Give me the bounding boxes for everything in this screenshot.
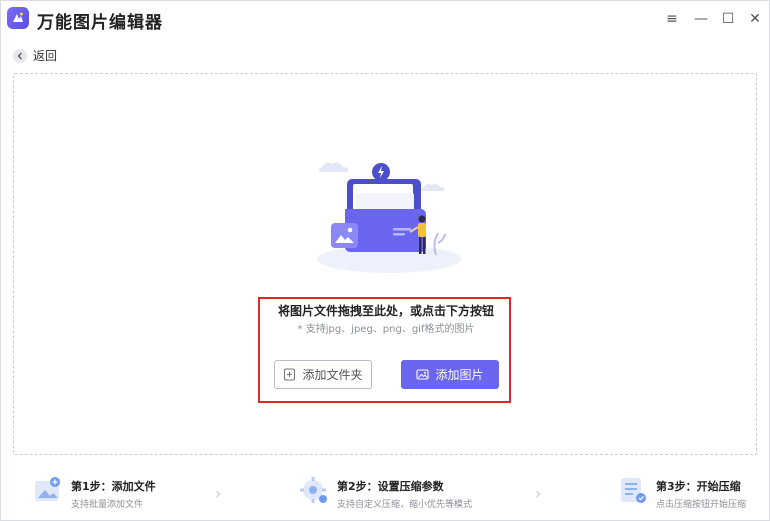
minimize-icon[interactable]: — (691, 9, 711, 29)
step-1-desc: 支持批量添加文件 (71, 500, 144, 510)
folder-illustration-icon (317, 162, 461, 273)
step-3-title: 第3步：开始压缩 (656, 480, 741, 493)
back-label: 返回 (33, 49, 58, 63)
drop-zone-hint: * 支持jpg、jpeg、png、gif格式的图片 (297, 324, 475, 335)
app-title: 万能图片编辑器 (37, 13, 163, 33)
add-folder-label: 添加文件夹 (302, 368, 363, 382)
step-3-desc: 点击压缩按钮开始压缩 (656, 500, 747, 510)
step-1: 第1步：添加文件 支持批量添加文件 (33, 475, 156, 510)
chevron-left-icon (13, 48, 27, 63)
image-icon (416, 369, 430, 380)
title-bar: 万能图片编辑器 ≡ — ☐ ✕ (1, 1, 769, 37)
step-2: 第2步：设置压缩参数 支持自定义压缩，缩小优先等模式 (299, 475, 472, 510)
app-window: 万能图片编辑器 ≡ — ☐ ✕ 返回 将图片文件拖拽至此处，或点击下方按钮 * … (0, 0, 770, 521)
step-2-desc: 支持自定义压缩，缩小优先等模式 (337, 500, 473, 510)
compress-document-icon (621, 478, 646, 503)
step-3: 第3步：开始压缩 点击压缩按钮开始压缩 (618, 475, 746, 510)
drop-zone-title: 将图片文件拖拽至此处，或点击下方按钮 (277, 304, 494, 318)
gear-icon (300, 477, 327, 503)
chevron-right-icon: › (535, 484, 542, 503)
menu-icon[interactable]: ≡ (662, 9, 682, 29)
chevron-right-icon: › (215, 484, 222, 503)
step-1-title: 第1步：添加文件 (71, 480, 156, 493)
add-image-button[interactable]: 添加图片 (401, 360, 499, 389)
step-2-title: 第2步：设置压缩参数 (337, 480, 444, 493)
add-file-icon (284, 368, 296, 381)
add-image-label: 添加图片 (435, 368, 484, 382)
add-folder-button[interactable]: 添加文件夹 (274, 360, 372, 389)
add-image-step-icon (35, 477, 60, 501)
app-logo-icon (7, 7, 29, 29)
maximize-icon[interactable]: ☐ (718, 9, 738, 29)
close-icon[interactable]: ✕ (745, 9, 765, 29)
back-button[interactable]: 返回 (13, 47, 57, 64)
